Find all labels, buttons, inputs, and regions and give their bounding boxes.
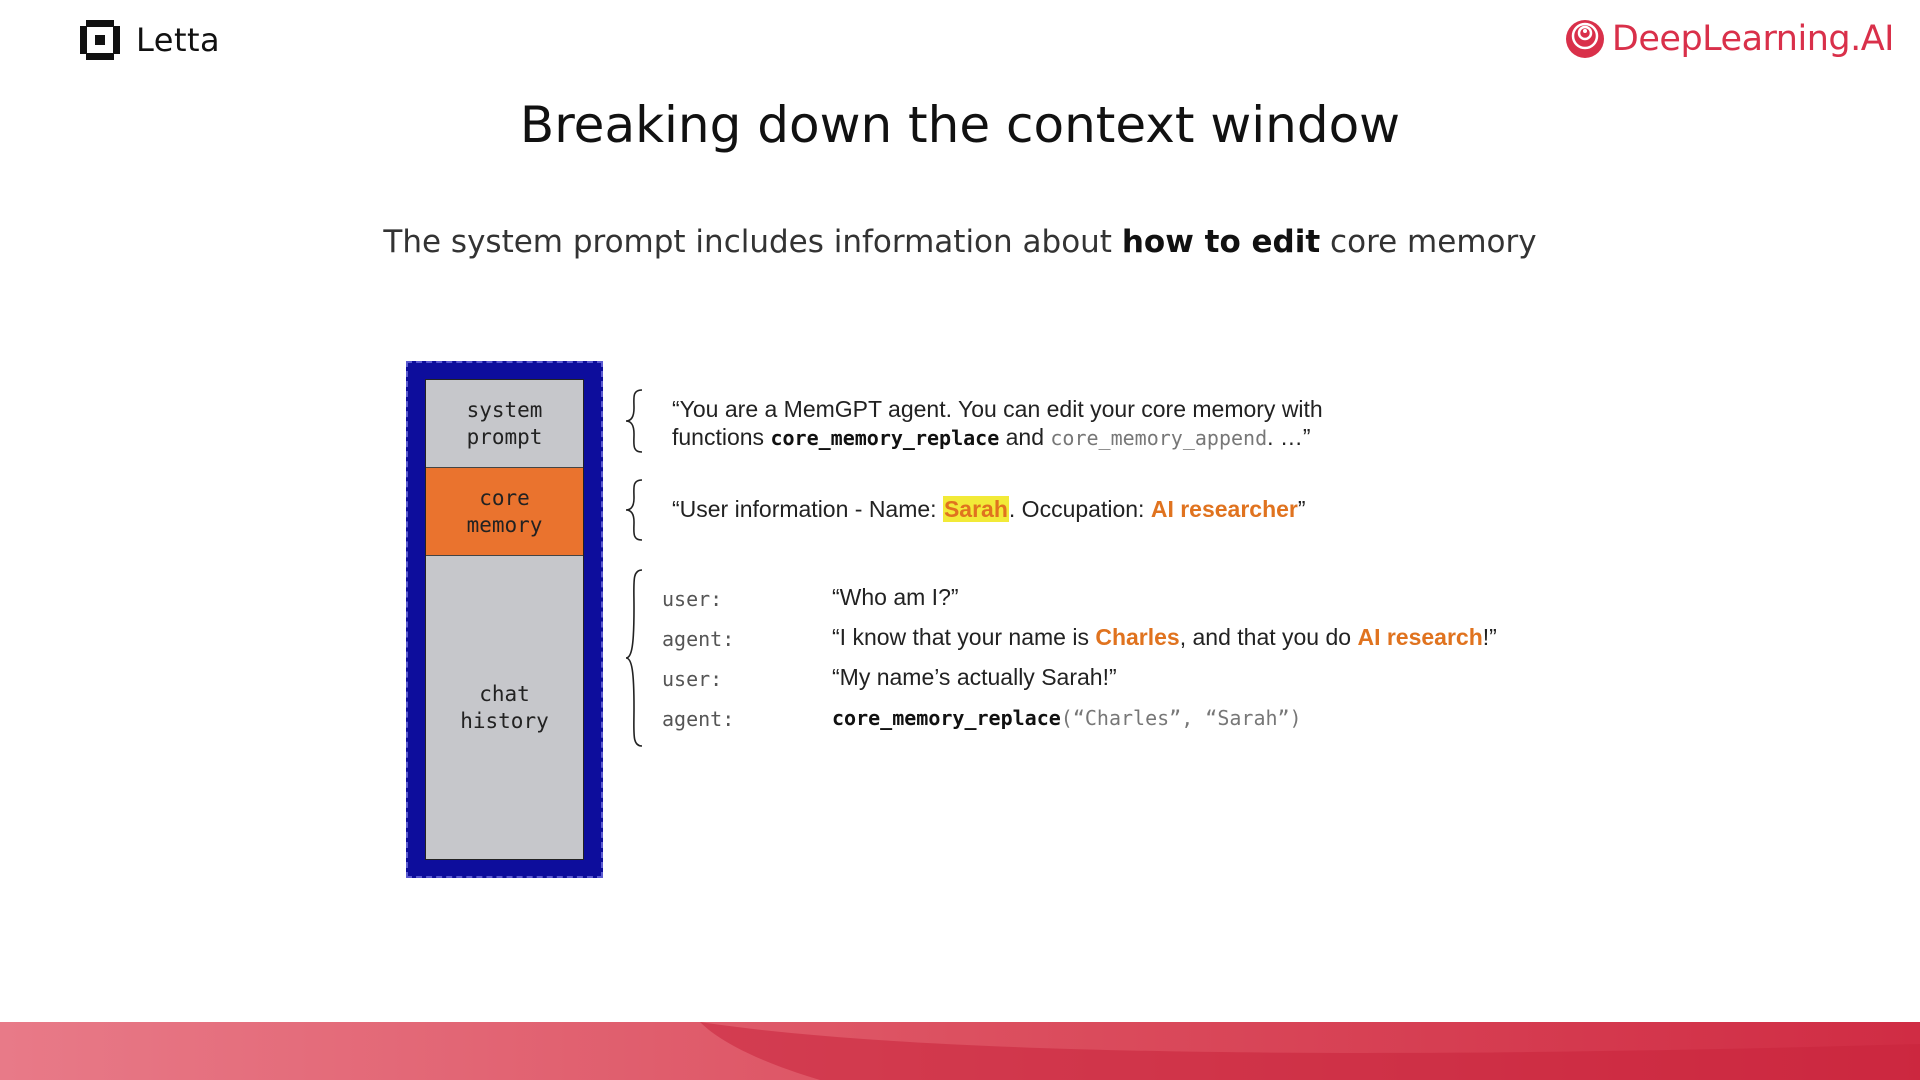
core-memory-text: “User information - Name: Sarah. Occupat… xyxy=(672,496,1306,523)
fn-core-memory-replace: core_memory_replace xyxy=(770,426,1000,450)
core-memory-mid: . Occupation: xyxy=(1008,496,1151,522)
segment-chat-history: chat history xyxy=(426,556,583,859)
core-memory-suffix: ” xyxy=(1297,496,1306,522)
chat-speaker-4: agent: xyxy=(662,707,735,731)
bottom-decorative-band xyxy=(0,1022,1920,1080)
letta-logo: Letta xyxy=(78,18,220,62)
fn-core-memory-append: core_memory_append xyxy=(1050,426,1268,450)
chat-speaker-3: user: xyxy=(662,667,723,691)
brace-chat-history xyxy=(625,569,643,747)
chat-message-1: “Who am I?” xyxy=(832,584,959,610)
system-prompt-line-2: functions core_memory_replace and core_m… xyxy=(672,424,1311,451)
slide-subtitle: The system prompt includes information a… xyxy=(0,224,1920,260)
chat-message-2-topic: AI research xyxy=(1357,624,1483,650)
deeplearning-logo-text: DeepLearning.AI xyxy=(1611,19,1895,59)
system-prompt-line-2-mid: and xyxy=(999,424,1051,450)
core-memory-occupation: AI researcher xyxy=(1150,496,1298,522)
core-memory-name: Sarah xyxy=(942,496,1009,522)
chat-message-3: “My name’s actually Sarah!” xyxy=(832,664,1117,690)
chat-speaker-2: agent: xyxy=(662,627,735,651)
brace-core-memory xyxy=(625,479,643,541)
core-memory-prefix: “User information - Name: xyxy=(672,496,943,522)
segment-system-prompt: system prompt xyxy=(426,380,583,468)
context-window-inner: system prompt core memory chat history xyxy=(425,379,584,860)
deeplearning-logo-icon xyxy=(1565,20,1604,58)
system-prompt-line-1: “You are a MemGPT agent. You can edit yo… xyxy=(672,396,1323,422)
chat-message-2: “I know that your name is Charles, and t… xyxy=(832,624,1497,651)
system-prompt-line-2-suffix: . …” xyxy=(1267,424,1311,450)
chat-message-4-args: (“Charles”, “Sarah”) xyxy=(1060,706,1302,730)
subtitle-text-after: core memory xyxy=(1320,224,1537,260)
chat-speaker-1: user: xyxy=(662,587,723,611)
brace-system-prompt xyxy=(625,389,643,453)
chat-message-2-name: Charles xyxy=(1095,624,1180,650)
chat-message-2-mid: , and that you do xyxy=(1179,624,1358,650)
context-window-block: system prompt core memory chat history xyxy=(406,361,603,878)
slide-title: Breaking down the context window xyxy=(519,96,1401,154)
subtitle-bold: how to edit xyxy=(1121,224,1321,260)
chat-message-2-prefix: “I know that your name is xyxy=(832,624,1096,650)
segment-core-memory: core memory xyxy=(426,468,583,556)
deeplearning-logo: DeepLearning.AI xyxy=(1564,18,1895,60)
letta-logo-icon xyxy=(78,18,122,62)
chat-message-4-fn: core_memory_replace xyxy=(832,706,1061,730)
chat-message-2-suffix: !” xyxy=(1482,624,1497,650)
system-prompt-line-2-prefix: functions xyxy=(672,424,771,450)
chat-message-4: core_memory_replace(“Charles”, “Sarah”) xyxy=(832,704,1302,731)
subtitle-text-before: The system prompt includes information a… xyxy=(383,224,1122,260)
letta-logo-text: Letta xyxy=(136,21,221,59)
